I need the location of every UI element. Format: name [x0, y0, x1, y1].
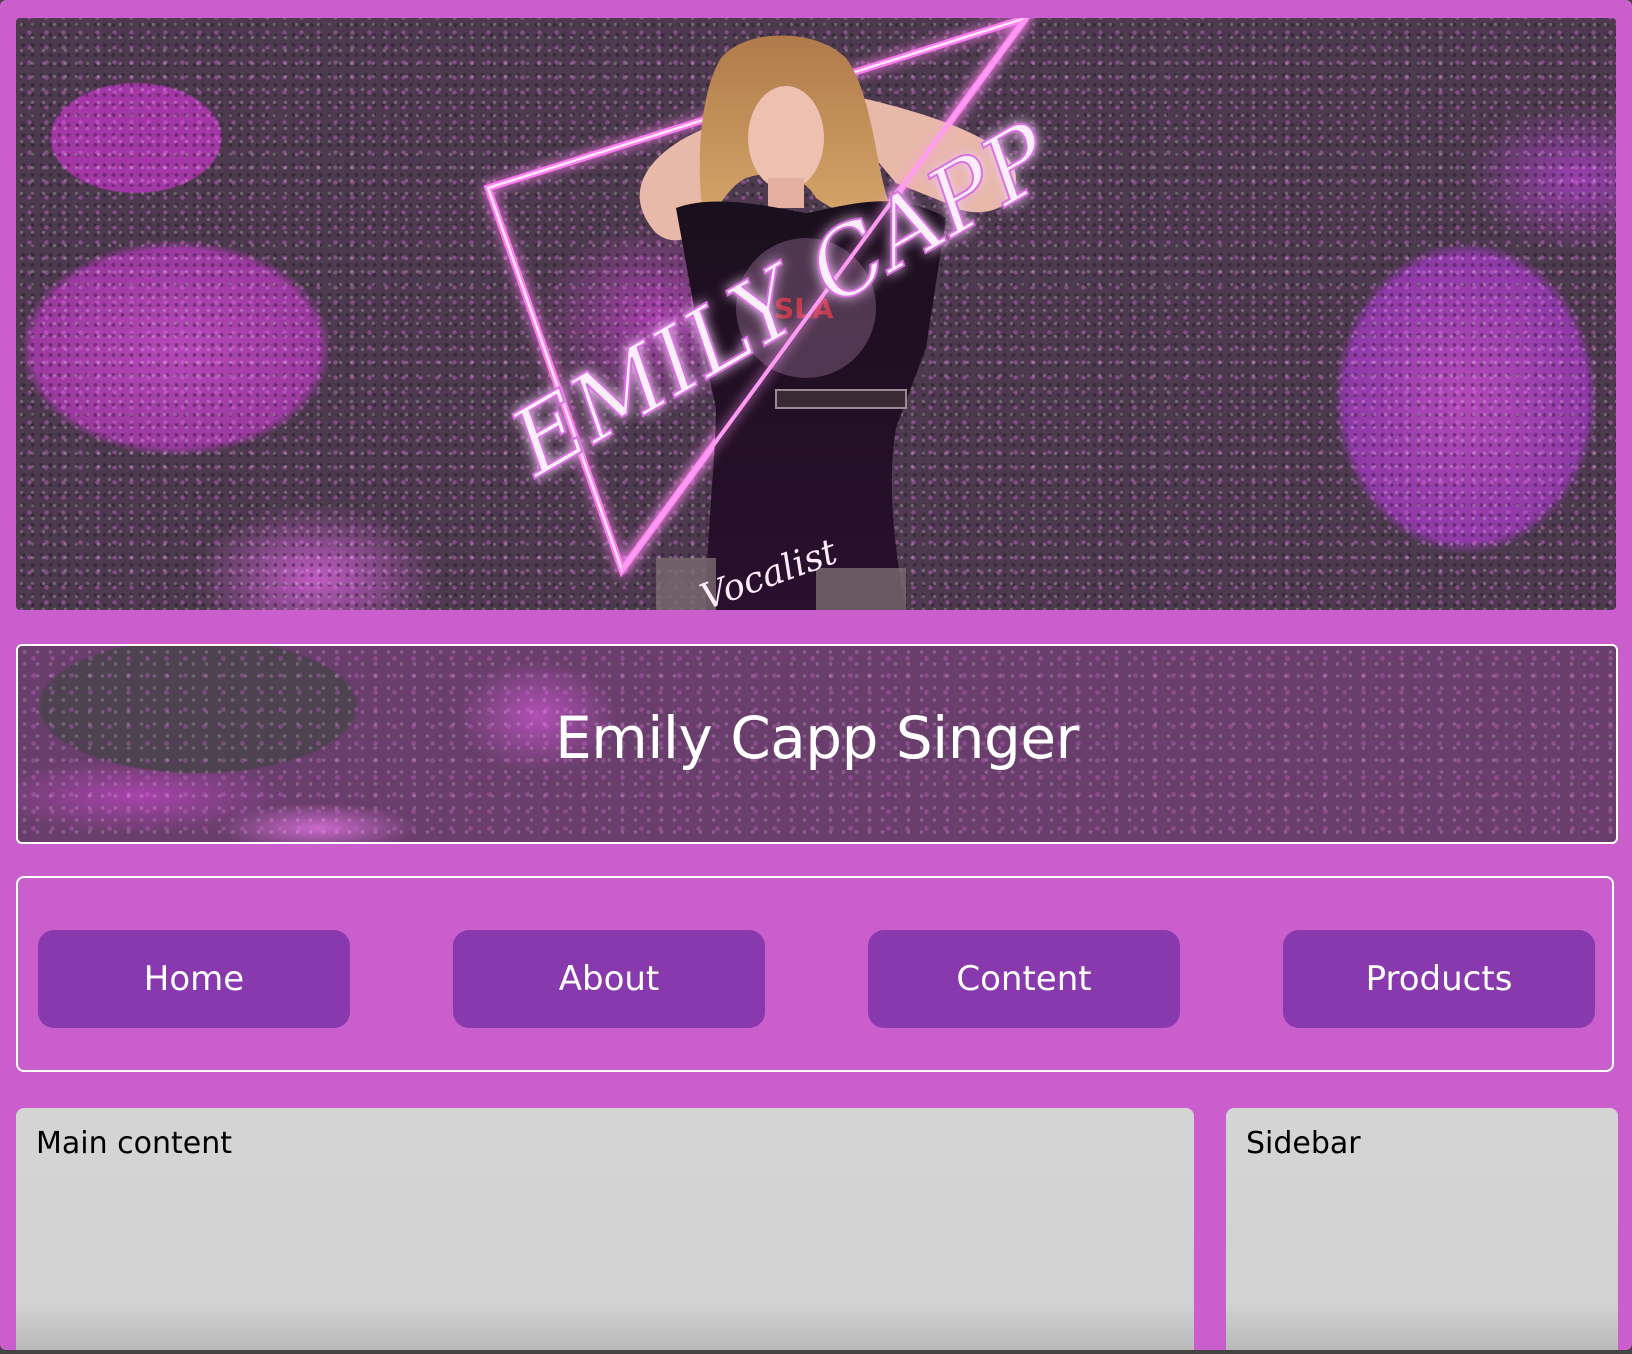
- site-title: Emily Capp Singer: [555, 704, 1079, 772]
- banner-artwork: SLA EMILY CAPP Vocalist: [483, 18, 1072, 610]
- main-content-label: Main content: [36, 1126, 233, 1161]
- site-header: Emily Capp Singer: [16, 644, 1618, 844]
- sidebar: Sidebar: [1226, 1108, 1618, 1350]
- nav-products-button[interactable]: Products: [1283, 930, 1595, 1028]
- sidebar-label: Sidebar: [1246, 1126, 1361, 1161]
- nav-about-button[interactable]: About: [453, 930, 765, 1028]
- main-navigation: Home About Content Products: [16, 876, 1614, 1072]
- nav-home-button[interactable]: Home: [38, 930, 350, 1028]
- page: SLA EMILY CAPP Vocalist Emily Capp Singe…: [0, 0, 1632, 1350]
- main-content-area: Main content: [16, 1108, 1194, 1350]
- hero-banner-image: SLA EMILY CAPP Vocalist: [16, 18, 1616, 610]
- nav-content-button[interactable]: Content: [868, 930, 1180, 1028]
